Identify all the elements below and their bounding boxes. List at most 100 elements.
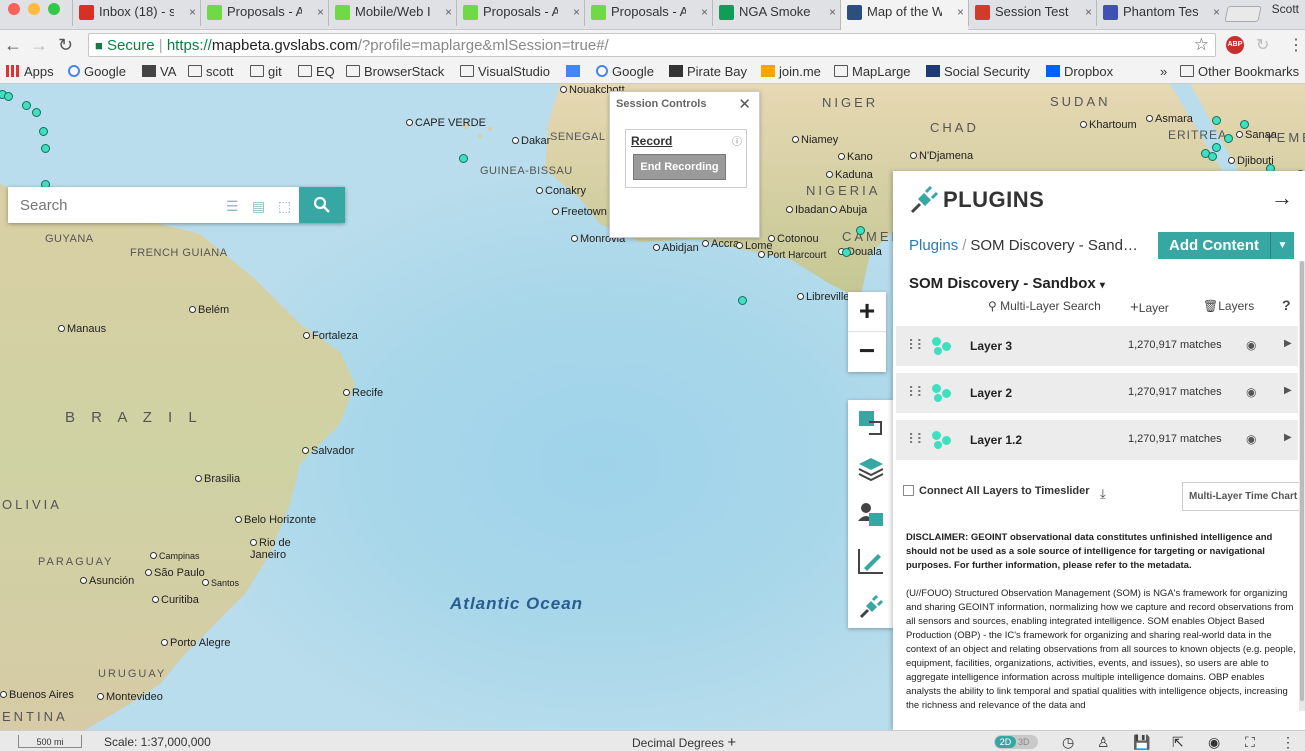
eye-icon[interactable]: ◉: [1246, 338, 1256, 352]
browser-tab[interactable]: NGA Smoke ×: [712, 0, 840, 26]
tab-close-icon[interactable]: ×: [701, 5, 708, 19]
bookmark-item[interactable]: Google: [596, 64, 654, 79]
collapse-arrow-icon[interactable]: →: [1271, 185, 1293, 211]
zoom-in-button[interactable]: +: [848, 292, 886, 332]
browser-tab[interactable]: Mobile/Web I ×: [328, 0, 456, 26]
end-recording-button[interactable]: End Recording: [633, 154, 726, 180]
multi-layer-search-button[interactable]: ⚲ Multi-Layer Search: [988, 299, 1101, 313]
reload-icon[interactable]: ↻: [58, 35, 73, 56]
multi-layer-time-chart-button[interactable]: Multi-Layer Time Chart: [1182, 482, 1302, 511]
chevron-down-icon[interactable]: ▼: [1270, 232, 1294, 259]
2d-3d-toggle[interactable]: 2D 3D: [994, 735, 1038, 749]
bookmark-item[interactable]: VisualStudio: [460, 64, 550, 79]
chevron-right-icon[interactable]: ▶: [1284, 432, 1292, 443]
data-point[interactable]: [1224, 134, 1233, 143]
address-bar[interactable]: ■ Secure | https://mapbeta.gvslabs.com/?…: [88, 33, 1216, 57]
delete-layers-button[interactable]: 🗑Layers: [1203, 299, 1254, 313]
fullscreen-icon[interactable]: ⛶: [1245, 734, 1255, 751]
bookmark-item[interactable]: Pirate Bay: [669, 64, 747, 79]
profile-name[interactable]: Scott: [1272, 2, 1299, 16]
back-arrow-icon[interactable]: ←: [4, 35, 22, 56]
bookmark-item[interactable]: [566, 64, 584, 79]
more-vertical-icon[interactable]: ⋮: [1281, 734, 1295, 751]
bookmark-item[interactable]: scott: [188, 64, 233, 79]
layer-row[interactable]: ⠇⠇ Layer 3 1,270,917 matches ◉ ▶: [896, 326, 1298, 366]
drag-handle-icon[interactable]: ⠇⠇: [908, 384, 926, 401]
browser-tab[interactable]: Phantom Tes ×: [1096, 0, 1224, 26]
drag-handle-icon[interactable]: ⠇⠇: [908, 431, 926, 448]
tab-close-icon[interactable]: ×: [317, 5, 324, 19]
tab-close-icon[interactable]: ×: [829, 5, 836, 19]
share-icon[interactable]: ⇱: [1172, 734, 1184, 751]
browser-tab[interactable]: Proposals - A ×: [456, 0, 584, 26]
area-select-icon[interactable]: ⬚: [278, 198, 291, 215]
data-point[interactable]: [1208, 152, 1217, 161]
data-point[interactable]: [39, 127, 48, 136]
bookmark-item[interactable]: git: [250, 64, 282, 79]
forward-arrow-icon[interactable]: →: [30, 35, 48, 56]
window-zoom-button[interactable]: [48, 3, 60, 15]
basemap-tool-button[interactable]: [848, 400, 893, 446]
data-point[interactable]: [1212, 116, 1221, 125]
tab-close-icon[interactable]: ×: [957, 5, 964, 19]
scrollbar-thumb[interactable]: [1300, 261, 1304, 701]
bookmark-item[interactable]: join.me: [761, 64, 821, 79]
tab-close-icon[interactable]: ×: [1085, 5, 1092, 19]
users-icon[interactable]: ♙: [1097, 734, 1110, 751]
bookmarks-overflow-button[interactable]: »: [1160, 64, 1167, 79]
3d-option[interactable]: 3D: [1018, 736, 1030, 748]
drag-handle-icon[interactable]: ⠇⠇: [908, 337, 926, 354]
info-icon[interactable]: ⓘ: [732, 133, 742, 148]
window-minimize-button[interactable]: [28, 3, 40, 15]
browser-tab[interactable]: Map of the W ×: [840, 0, 968, 30]
data-point[interactable]: [738, 296, 747, 305]
clock-icon[interactable]: ◷: [1062, 734, 1074, 751]
2d-option[interactable]: 2D: [995, 736, 1016, 748]
tab-close-icon[interactable]: ×: [573, 5, 580, 19]
plugins-tool-button[interactable]: [848, 584, 893, 630]
chrome-menu-icon[interactable]: ⋮: [1288, 35, 1304, 55]
add-layer-button[interactable]: +Layer: [1130, 299, 1169, 316]
browser-tab[interactable]: Proposals - A ×: [584, 0, 712, 26]
chevron-right-icon[interactable]: ▶: [1284, 338, 1292, 349]
keyboard-icon[interactable]: ▤: [252, 198, 265, 215]
breadcrumb-plugins-link[interactable]: Plugins: [909, 237, 958, 254]
plugin-group-title[interactable]: SOM Discovery - Sandbox ▾: [909, 275, 1105, 292]
close-icon[interactable]: ✕: [738, 95, 751, 113]
data-point[interactable]: [4, 92, 13, 101]
panel-scrollbar[interactable]: [1299, 261, 1305, 711]
tab-close-icon[interactable]: ×: [1213, 5, 1220, 19]
data-point[interactable]: [856, 226, 865, 235]
layer-row[interactable]: ⠇⠇ Layer 2 1,270,917 matches ◉ ▶: [896, 373, 1298, 413]
data-point[interactable]: [41, 144, 50, 153]
coordinate-mode-selector[interactable]: Decimal Degrees +: [632, 734, 736, 751]
data-point[interactable]: [842, 248, 851, 257]
bookmark-item[interactable]: Apps: [6, 64, 54, 79]
data-point[interactable]: [22, 101, 31, 110]
timeslider-toggle[interactable]: Connect All Layers to Timeslider: [903, 485, 1090, 497]
add-content-button[interactable]: Add Content ▼: [1158, 232, 1294, 259]
bookmark-item[interactable]: Google: [68, 64, 126, 79]
adblock-icon[interactable]: ABP: [1226, 36, 1244, 54]
data-point[interactable]: [459, 154, 468, 163]
tab-close-icon[interactable]: ×: [445, 5, 452, 19]
user-tool-button[interactable]: [848, 492, 893, 538]
eye-icon[interactable]: ◉: [1246, 432, 1256, 446]
help-button[interactable]: ?: [1282, 297, 1291, 313]
browser-tab[interactable]: Session Test ×: [968, 0, 1096, 26]
extension-icon[interactable]: ↻: [1256, 35, 1269, 55]
bookmark-item[interactable]: EQ: [298, 64, 335, 79]
draw-tool-button[interactable]: [848, 538, 893, 584]
bookmark-item[interactable]: VA: [142, 64, 176, 79]
camera-icon[interactable]: ◉: [1208, 734, 1220, 751]
zoom-out-button[interactable]: −: [848, 332, 886, 372]
new-tab-button[interactable]: [1224, 6, 1262, 22]
eye-icon[interactable]: ◉: [1246, 385, 1256, 399]
save-icon[interactable]: 💾: [1133, 734, 1150, 751]
browser-tab[interactable]: Proposals - A ×: [200, 0, 328, 26]
data-point[interactable]: [32, 108, 41, 117]
download-icon[interactable]: ⤓: [1100, 486, 1106, 502]
chevron-right-icon[interactable]: ▶: [1284, 385, 1292, 396]
data-point[interactable]: [1240, 120, 1249, 129]
other-bookmarks-folder[interactable]: Other Bookmarks: [1180, 64, 1299, 79]
